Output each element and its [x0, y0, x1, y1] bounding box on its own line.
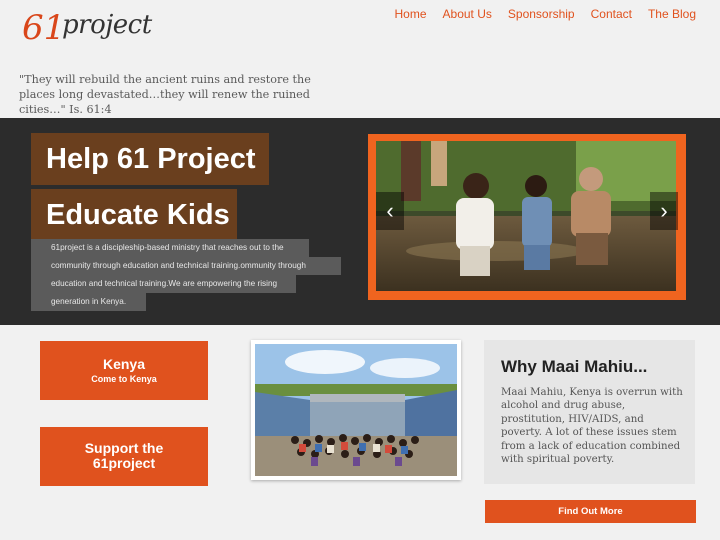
hero-description-line: education and technical training.We are …: [31, 275, 296, 293]
hero-description-line: 61project is a discipleship-based minist…: [31, 239, 309, 257]
nav-about-us[interactable]: About Us: [443, 7, 492, 21]
why-title: Why Maai Mahiu...: [501, 357, 648, 376]
school-group-photo: [251, 340, 461, 480]
why-maai-mahiu-panel: Why Maai Mahiu... Maai Mahiu, Kenya is o…: [484, 340, 695, 484]
support-button-line-2: 61project: [92, 455, 156, 471]
kenya-button[interactable]: Kenya Come to Kenya: [40, 341, 208, 400]
nav-contact[interactable]: Contact: [591, 7, 632, 21]
find-out-more-button[interactable]: Find Out More: [485, 500, 696, 523]
slider-next-button[interactable]: ›: [650, 192, 678, 230]
hero-headline-2: Educate Kids: [31, 189, 237, 241]
chevron-right-icon: ›: [660, 198, 668, 223]
support-button-line-1: Support the: [84, 440, 164, 456]
nav-home[interactable]: Home: [395, 7, 427, 21]
image-slider: ‹ ›: [368, 134, 686, 300]
site-logo[interactable]: 61 project: [22, 8, 152, 52]
kenya-button-title: Kenya: [102, 356, 146, 372]
nav-sponsorship[interactable]: Sponsorship: [508, 7, 575, 21]
logo-number: 61: [22, 8, 66, 48]
why-body: Maai Mahiu, Kenya is overrun with alcoho…: [501, 387, 683, 466]
kenya-button-subtitle: Come to Kenya: [91, 374, 157, 384]
hero-headline-1: Help 61 Project: [31, 133, 269, 185]
hero-description-line: generation in Kenya.: [31, 293, 146, 311]
header: 61 project Home About Us Sponsorship Con…: [0, 0, 720, 118]
chevron-left-icon: ‹: [386, 198, 394, 223]
slider-prev-button[interactable]: ‹: [376, 192, 404, 230]
main-nav: Home About Us Sponsorship Contact The Bl…: [395, 7, 696, 21]
slider-photo-baptism: [376, 141, 676, 291]
scripture-quote: "They will rebuild the ancient ruins and…: [19, 73, 311, 116]
hero-banner: Help 61 Project Educate Kids 61project i…: [0, 118, 720, 325]
logo-wordmark: project: [62, 10, 152, 40]
support-button[interactable]: Support the 61project: [40, 427, 208, 486]
hero-description-line: community through education and technica…: [31, 257, 341, 275]
nav-blog[interactable]: The Blog: [648, 7, 696, 21]
hero-description: 61project is a discipleship-based minist…: [31, 239, 361, 311]
